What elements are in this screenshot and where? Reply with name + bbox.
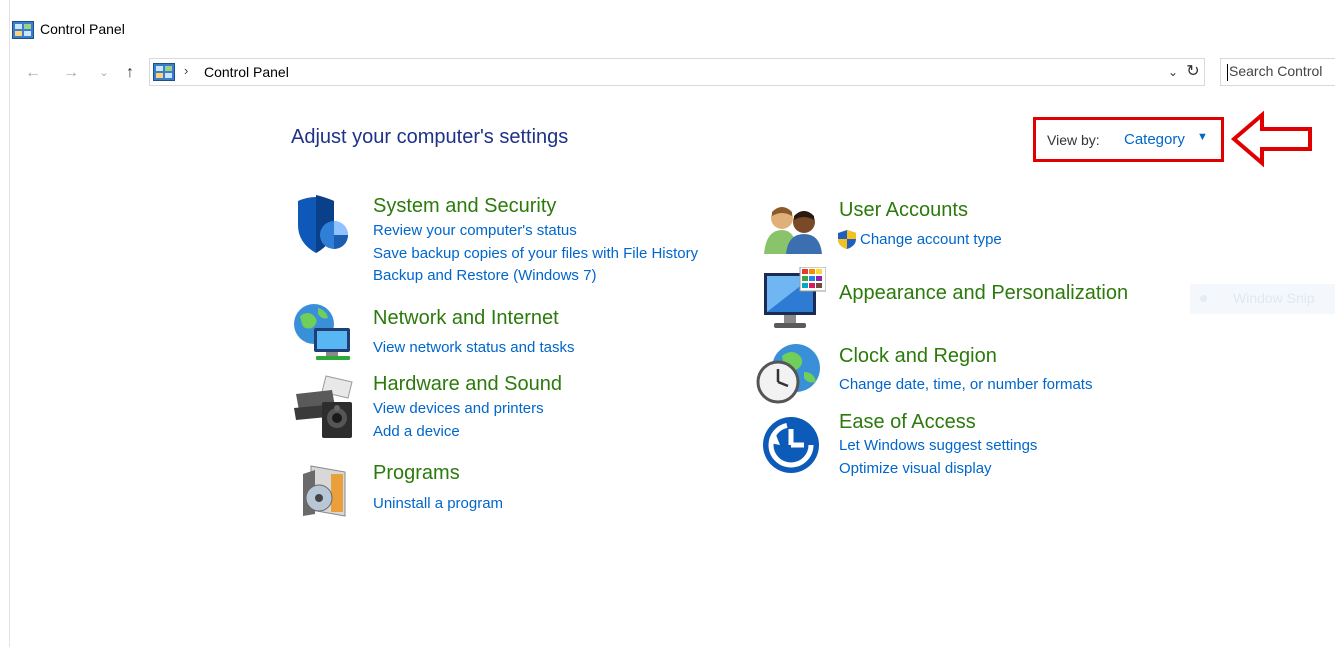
- category-title-network-internet[interactable]: Network and Internet: [373, 307, 559, 330]
- link-optimize-display[interactable]: Optimize visual display: [839, 460, 992, 477]
- window-snip-label: Window Snip: [1233, 290, 1315, 306]
- category-title-clock-region[interactable]: Clock and Region: [839, 345, 997, 368]
- address-bar[interactable]: › Control Panel ⌄ ↻: [149, 58, 1205, 86]
- category-title-system-security[interactable]: System and Security: [373, 195, 556, 218]
- up-arrow-icon[interactable]: ↑: [121, 62, 139, 84]
- link-network-status[interactable]: View network status and tasks: [373, 339, 575, 356]
- shield-icon[interactable]: [294, 195, 352, 255]
- category-title-user-accounts[interactable]: User Accounts: [839, 199, 968, 222]
- uac-shield-icon: [838, 230, 856, 249]
- programs-disc-icon[interactable]: [301, 462, 349, 518]
- breadcrumb-control-panel[interactable]: Control Panel: [204, 64, 289, 80]
- network-globe-icon[interactable]: [292, 302, 354, 362]
- globe-clock-icon[interactable]: [756, 342, 824, 404]
- forward-arrow-icon[interactable]: →: [62, 62, 80, 84]
- snip-dot-icon: [1200, 295, 1207, 302]
- monitor-palette-icon[interactable]: [762, 267, 826, 331]
- window-title: Control Panel: [40, 21, 125, 37]
- category-title-appearance[interactable]: Appearance and Personalization: [839, 282, 1128, 305]
- search-input[interactable]: [1229, 63, 1335, 79]
- link-windows-suggest[interactable]: Let Windows suggest settings: [839, 437, 1037, 454]
- back-arrow-icon[interactable]: ←: [24, 62, 42, 84]
- link-backup-restore[interactable]: Backup and Restore (Windows 7): [373, 267, 596, 284]
- view-by-caret-icon[interactable]: ▼: [1197, 131, 1208, 143]
- text-caret: [1227, 64, 1228, 81]
- link-add-device[interactable]: Add a device: [373, 423, 460, 440]
- users-icon[interactable]: [762, 202, 824, 254]
- category-title-hardware-sound[interactable]: Hardware and Sound: [373, 373, 562, 396]
- title-bar: Control Panel: [0, 0, 1335, 60]
- control-panel-icon: [153, 63, 175, 81]
- search-box[interactable]: [1220, 58, 1335, 86]
- view-by-highlight-box: View by: Category ▼: [1033, 117, 1224, 162]
- window-snip-overlay[interactable]: Window Snip: [1190, 284, 1335, 314]
- view-by-label: View by:: [1047, 132, 1100, 148]
- category-title-ease-of-access[interactable]: Ease of Access: [839, 411, 976, 434]
- link-file-history[interactable]: Save backup copies of your files with Fi…: [373, 245, 698, 262]
- link-devices-printers[interactable]: View devices and printers: [373, 400, 544, 417]
- breadcrumb-separator-icon[interactable]: ›: [184, 63, 188, 78]
- control-panel-icon: [12, 21, 34, 39]
- recent-locations-chevron-icon[interactable]: ⌄: [98, 62, 110, 84]
- address-dropdown-icon[interactable]: ⌄: [1164, 61, 1182, 83]
- refresh-icon[interactable]: ↻: [1182, 61, 1204, 83]
- link-uninstall-program[interactable]: Uninstall a program: [373, 495, 503, 512]
- category-title-programs[interactable]: Programs: [373, 462, 460, 485]
- annotation-arrow-icon: [1230, 110, 1312, 168]
- printer-speaker-icon[interactable]: [292, 372, 356, 440]
- link-review-status[interactable]: Review your computer's status: [373, 222, 577, 239]
- link-change-account-type[interactable]: Change account type: [860, 231, 1002, 248]
- view-by-dropdown[interactable]: Category: [1124, 131, 1185, 148]
- page-title: Adjust your computer's settings: [291, 126, 569, 148]
- window-left-border: [9, 0, 10, 647]
- ease-of-access-icon[interactable]: [760, 415, 822, 475]
- link-change-formats[interactable]: Change date, time, or number formats: [839, 376, 1092, 393]
